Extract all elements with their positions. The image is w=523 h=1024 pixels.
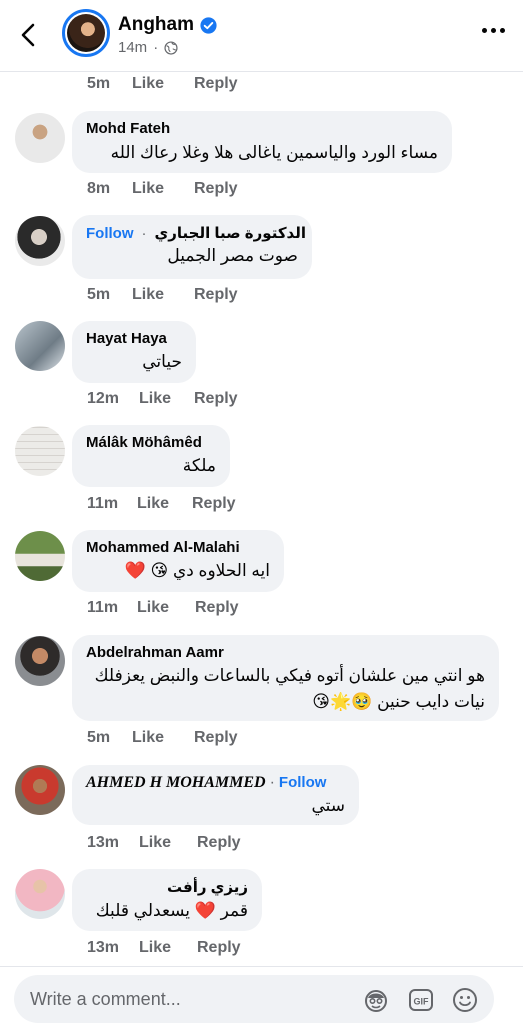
comment-text: حياتي (142, 352, 182, 371)
commenter-name[interactable]: Mohammed Al-Malahi (86, 539, 270, 556)
verified-badge-icon (200, 16, 217, 34)
commenter-avatar[interactable] (15, 869, 65, 919)
commenter-name[interactable]: الدكتورة صبا الجباري (155, 224, 307, 242)
commenter-name-row: AHMED H MOHAMMED · Follow (86, 774, 327, 791)
commenter-avatar[interactable] (15, 321, 65, 371)
comment-time: 5m (87, 75, 111, 92)
comment-bubble: Málâk Möhâmêd ملكة (72, 425, 230, 487)
follow-button[interactable]: Follow (86, 225, 134, 242)
reply-button[interactable]: Reply (194, 75, 238, 93)
post-meta: 14m · (118, 39, 178, 56)
comment-time: 11m (87, 495, 119, 512)
comment-actions: 5m Like Reply (87, 729, 238, 747)
gif-icon[interactable]: GIF (408, 987, 434, 1013)
comment-input-placeholder: Write a comment... (30, 989, 181, 1009)
comment-actions: 8m Like Reply (87, 180, 238, 198)
like-button[interactable]: Like (137, 495, 192, 513)
reply-button[interactable]: Reply (192, 495, 236, 513)
commenter-avatar[interactable] (15, 113, 65, 163)
globe-icon (164, 40, 178, 55)
reply-button[interactable]: Reply (197, 834, 241, 852)
comment-bubble: Abdelrahman Aamr هو انتي مين علشان أتوه … (72, 635, 499, 721)
follow-button[interactable]: Follow (279, 774, 327, 791)
comment-input[interactable]: Write a comment... GIF (14, 975, 494, 1023)
comment-bubble: Mohd Fateh مساء الورد والياسمين ياغالى ه… (72, 111, 452, 173)
commenter-name[interactable]: AHMED H MOHAMMED (86, 774, 266, 791)
like-button[interactable]: Like (132, 729, 194, 747)
svg-text:GIF: GIF (414, 997, 430, 1007)
commenter-name[interactable]: Abdelrahman Aamr (86, 644, 485, 661)
comment-text: صوت مصر الجميل (167, 246, 298, 265)
comment-bubble: Mohammed Al-Malahi ايه الحلاوه دي 😘 ❤️ (72, 530, 284, 592)
avatar-sticker-icon[interactable] (363, 987, 389, 1013)
reply-button[interactable]: Reply (194, 286, 238, 304)
commenter-name[interactable]: Málâk Möhâmêd (86, 434, 216, 451)
like-button[interactable]: Like (132, 75, 194, 93)
commenter-avatar[interactable] (15, 216, 65, 266)
commenter-avatar[interactable] (15, 636, 65, 686)
comment-actions: 13m Like Reply (87, 834, 241, 852)
comment-text: ستي (311, 796, 345, 815)
commenter-name[interactable]: Hayat Haya (86, 330, 182, 347)
like-button[interactable]: Like (132, 180, 194, 198)
comment-time: 8m (87, 180, 111, 197)
comment-actions: 5m Like Reply (87, 286, 238, 304)
commenter-avatar[interactable] (15, 426, 65, 476)
reply-button[interactable]: Reply (195, 599, 239, 617)
comment-text: ملكة (182, 456, 216, 475)
comment-text: قمر ❤️ يسعدلي قلبك (95, 901, 248, 920)
more-options-icon[interactable] (482, 28, 505, 33)
like-button[interactable]: Like (139, 939, 197, 957)
comment-time: 5m (87, 286, 111, 303)
post-time: 14m (118, 39, 148, 56)
comment-composer: Write a comment... GIF (0, 966, 523, 1024)
reply-button[interactable]: Reply (194, 390, 238, 408)
like-button[interactable]: Like (139, 390, 194, 408)
comment-bubble: AHMED H MOHAMMED · Follow ستي (72, 765, 359, 825)
commenter-avatar[interactable] (15, 765, 65, 815)
commenter-avatar[interactable] (15, 531, 65, 581)
back-arrow-icon[interactable] (14, 20, 44, 50)
like-button[interactable]: Like (137, 599, 195, 617)
reply-button[interactable]: Reply (194, 729, 238, 747)
page-name[interactable]: Angham (118, 14, 194, 36)
comment-actions: 5m Like Reply (87, 75, 238, 93)
like-button[interactable]: Like (139, 834, 197, 852)
comment-time: 11m (87, 599, 119, 616)
comment-text: مساء الورد والياسمين ياغالى هلا وغلا رعا… (110, 143, 438, 162)
commenter-name[interactable]: زيزي رأفت (86, 878, 248, 896)
comment-time: 5m (87, 729, 111, 746)
comment-text: هو انتي مين علشان أتوه فيكي بالساعات وال… (94, 666, 485, 711)
comment-text: ايه الحلاوه دي 😘 ❤️ (124, 561, 270, 580)
reply-button[interactable]: Reply (194, 180, 238, 198)
comment-actions: 11m Like Reply (87, 495, 236, 513)
comment-actions: 13m Like Reply (87, 939, 241, 957)
comment-bubble: زيزي رأفت قمر ❤️ يسعدلي قلبك (72, 869, 262, 931)
comment-actions: 11m Like Reply (87, 599, 239, 617)
comment-time: 13m (87, 834, 120, 851)
commenter-name[interactable]: Mohd Fateh (86, 120, 438, 137)
page-avatar[interactable] (62, 9, 110, 57)
comment-time: 12m (87, 390, 120, 407)
page-name-row[interactable]: Angham (118, 14, 217, 36)
comment-bubble: Hayat Haya حياتي (72, 321, 196, 383)
commenter-name-row: Follow · الدكتورة صبا الجباري (86, 224, 306, 243)
comment-actions: 12m Like Reply (87, 390, 238, 408)
post-header: Angham 14m · (0, 0, 523, 72)
emoji-icon[interactable] (452, 987, 478, 1013)
comment-time: 13m (87, 939, 120, 956)
like-button[interactable]: Like (132, 286, 194, 304)
reply-button[interactable]: Reply (197, 939, 241, 957)
comment-bubble: Follow · الدكتورة صبا الجباري صوت مصر ال… (72, 215, 312, 279)
